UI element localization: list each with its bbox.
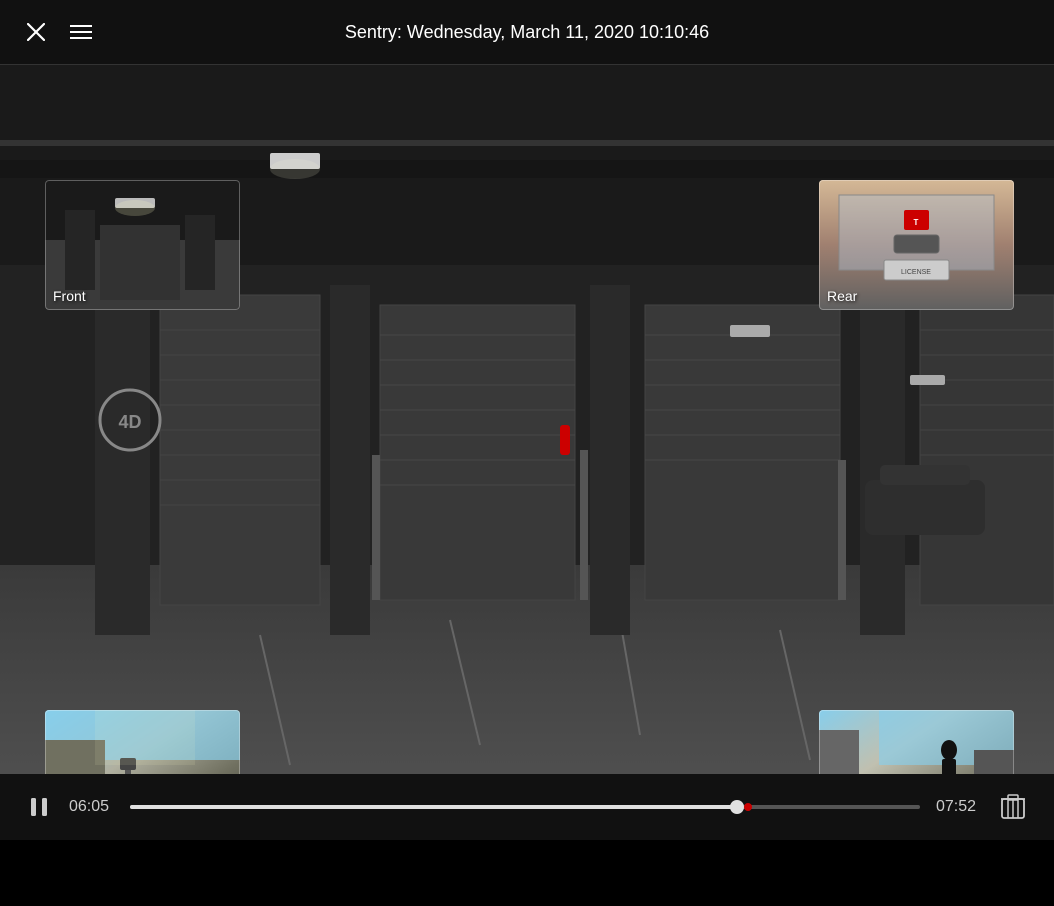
video-container: 4D xyxy=(0,65,1054,840)
time-total: 07:52 xyxy=(936,798,981,816)
header-title: Sentry: Wednesday, March 11, 2020 10:10:… xyxy=(345,22,709,43)
menu-button[interactable] xyxy=(65,16,97,48)
rear-camera-overlay[interactable]: T LICENSE Rear xyxy=(819,180,1014,310)
progress-dot xyxy=(744,803,752,811)
header: Sentry: Wednesday, March 11, 2020 10:10:… xyxy=(0,0,1054,65)
rear-camera-label: Rear xyxy=(827,288,857,304)
close-button[interactable] xyxy=(20,16,52,48)
progress-bar[interactable] xyxy=(130,805,920,809)
time-current: 06:05 xyxy=(69,798,114,816)
svg-text:T: T xyxy=(914,218,919,227)
playback-controls: 06:05 07:52 xyxy=(0,774,1054,840)
svg-text:LICENSE: LICENSE xyxy=(901,269,931,276)
pause-button[interactable] xyxy=(25,793,53,821)
front-camera-label: Front xyxy=(53,288,86,304)
progress-fill xyxy=(130,805,738,809)
svg-text:4D: 4D xyxy=(118,412,141,432)
progress-handle[interactable] xyxy=(730,800,744,814)
front-camera-overlay[interactable]: Front xyxy=(45,180,240,310)
delete-button[interactable] xyxy=(997,791,1029,823)
